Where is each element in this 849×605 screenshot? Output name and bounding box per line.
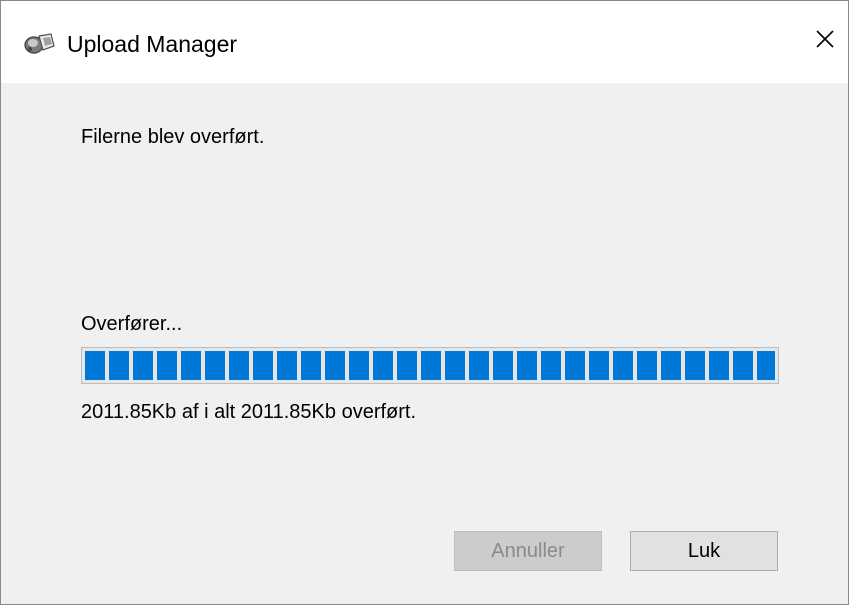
- status-message: Filerne blev overført.: [81, 126, 265, 148]
- bytes-transferred-text: 2011.85Kb af i alt 2011.85Kb overført.: [81, 401, 417, 423]
- close-button[interactable]: [801, 17, 848, 65]
- close-icon: [815, 29, 835, 54]
- cancel-button[interactable]: Annuller: [454, 531, 602, 571]
- upload-manager-window: Upload Manager Filerne blev overført. Ov…: [0, 0, 849, 605]
- window-title: Upload Manager: [67, 31, 238, 57]
- upload-manager-icon: [21, 28, 59, 58]
- progress-bar: [81, 347, 779, 384]
- progress-fill: [85, 351, 775, 380]
- title-bar[interactable]: Upload Manager: [1, 1, 848, 83]
- transfer-label: Overfører...: [81, 313, 183, 335]
- close-dialog-button[interactable]: Luk: [630, 531, 778, 571]
- dialog-content: Filerne blev overført. Overfører... 2011…: [1, 83, 848, 604]
